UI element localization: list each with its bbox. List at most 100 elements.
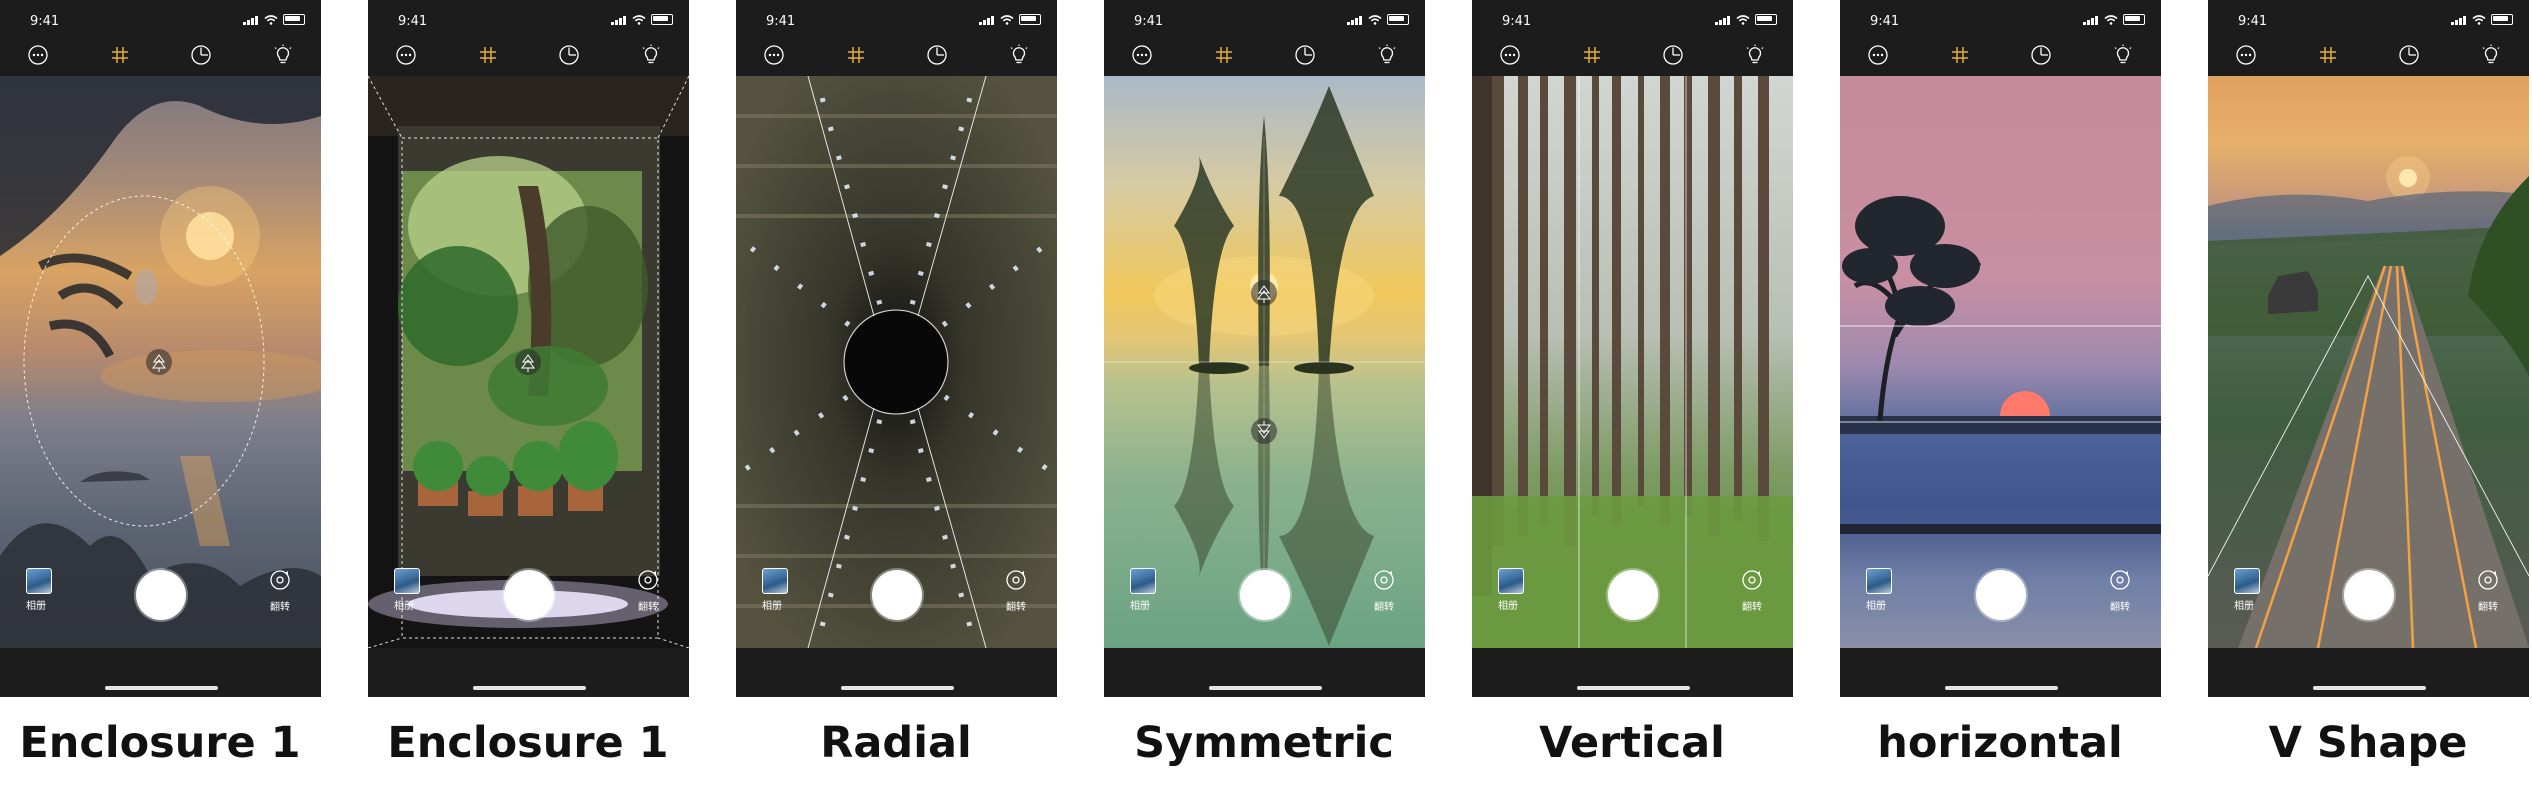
more-icon[interactable] (759, 40, 789, 70)
flip-button[interactable]: 翻转 (1367, 568, 1401, 614)
flip-label: 翻转 (1742, 602, 1762, 613)
screen-caption: horizontal (1877, 718, 2123, 768)
album-thumbnail (762, 568, 788, 594)
album-button[interactable]: 相册 (394, 568, 424, 614)
wifi-icon (632, 14, 646, 25)
signal-icon (243, 15, 259, 25)
flip-button[interactable]: 翻转 (2471, 568, 2505, 614)
signal-icon (1715, 15, 1731, 25)
flip-button[interactable]: 翻转 (999, 568, 1033, 614)
camera-toolbar (1472, 38, 1793, 74)
status-bar: 9:41 (736, 0, 1057, 40)
album-label: 相册 (2234, 601, 2254, 612)
more-icon[interactable] (2231, 40, 2261, 70)
flash-icon[interactable] (1004, 40, 1034, 70)
status-time: 9:41 (1502, 14, 1532, 29)
status-time: 9:41 (1870, 14, 1900, 29)
flip-button[interactable]: 翻转 (1735, 568, 1769, 614)
wifi-icon (1000, 14, 1014, 25)
album-button[interactable]: 相册 (762, 568, 792, 614)
grid-icon[interactable] (1945, 40, 1975, 70)
status-time: 9:41 (398, 14, 428, 29)
timer-icon[interactable] (1658, 40, 1688, 70)
album-button[interactable]: 相册 (26, 568, 56, 614)
battery-icon (651, 14, 673, 25)
more-icon[interactable] (391, 40, 421, 70)
flip-button[interactable]: 翻转 (263, 568, 297, 614)
flip-camera-icon (1742, 570, 1762, 590)
album-button[interactable]: 相册 (1866, 568, 1896, 614)
album-button[interactable]: 相册 (2234, 568, 2264, 614)
grid-icon[interactable] (1577, 40, 1607, 70)
flash-icon[interactable] (1372, 40, 1402, 70)
timer-icon[interactable] (2026, 40, 2056, 70)
grid-icon[interactable] (841, 40, 871, 70)
battery-icon (1755, 14, 1777, 25)
shutter-button[interactable] (1240, 570, 1290, 620)
flash-icon[interactable] (636, 40, 666, 70)
wifi-icon (2104, 14, 2118, 25)
timer-icon[interactable] (554, 40, 584, 70)
shutter-button[interactable] (136, 570, 186, 620)
flip-camera-icon (1006, 570, 1026, 590)
grid-icon[interactable] (105, 40, 135, 70)
grid-icon[interactable] (1209, 40, 1239, 70)
home-indicator[interactable] (2313, 686, 2426, 690)
home-indicator[interactable] (1577, 686, 1690, 690)
system-indicators (1715, 14, 1777, 25)
phone-screen-symmetric: 9:41 相册 翻转 (1104, 0, 1425, 697)
wifi-icon (264, 14, 278, 25)
more-icon[interactable] (1127, 40, 1157, 70)
flash-icon[interactable] (268, 40, 298, 70)
camera-controls: 相册 翻转 (1840, 560, 2161, 630)
more-icon[interactable] (1863, 40, 1893, 70)
camera-controls: 相册 翻转 (1472, 560, 1793, 630)
album-button[interactable]: 相册 (1130, 568, 1160, 614)
timer-icon[interactable] (2394, 40, 2424, 70)
album-button[interactable]: 相册 (1498, 568, 1528, 614)
flip-button[interactable]: 翻转 (631, 568, 665, 614)
phone-screen-horizontal: 9:41 相册 翻转 (1840, 0, 2161, 697)
timer-icon[interactable] (922, 40, 952, 70)
timer-icon[interactable] (186, 40, 216, 70)
camera-controls: 相册 翻转 (0, 560, 321, 630)
status-time: 9:41 (2238, 14, 2268, 29)
system-indicators (243, 14, 305, 25)
flip-label: 翻转 (1374, 602, 1394, 613)
battery-icon (2123, 14, 2145, 25)
battery-icon (1387, 14, 1409, 25)
shutter-button[interactable] (1976, 570, 2026, 620)
flash-icon[interactable] (1740, 40, 1770, 70)
flash-icon[interactable] (2476, 40, 2506, 70)
grid-icon[interactable] (473, 40, 503, 70)
flip-label: 翻转 (2110, 602, 2130, 613)
home-indicator[interactable] (105, 686, 218, 690)
shutter-button[interactable] (1608, 570, 1658, 620)
shutter-button[interactable] (872, 570, 922, 620)
system-indicators (2451, 14, 2513, 25)
flip-label: 翻转 (270, 602, 290, 613)
home-indicator[interactable] (473, 686, 586, 690)
phone-screen-enclosure-frame: 9:41 相册 翻转 (368, 0, 689, 697)
album-label: 相册 (1498, 601, 1518, 612)
album-thumbnail (26, 568, 52, 594)
status-bar: 9:41 (0, 0, 321, 40)
shutter-button[interactable] (504, 570, 554, 620)
album-thumbnail (394, 568, 420, 594)
battery-icon (283, 14, 305, 25)
shutter-button[interactable] (2344, 570, 2394, 620)
flash-icon[interactable] (2108, 40, 2138, 70)
timer-icon[interactable] (1290, 40, 1320, 70)
more-icon[interactable] (1495, 40, 1525, 70)
home-indicator[interactable] (1209, 686, 1322, 690)
camera-controls: 相册 翻转 (368, 560, 689, 630)
flip-button[interactable]: 翻转 (2103, 568, 2137, 614)
album-label: 相册 (1130, 601, 1150, 612)
signal-icon (979, 15, 995, 25)
grid-icon[interactable] (2313, 40, 2343, 70)
camera-toolbar (2208, 38, 2529, 74)
wifi-icon (1736, 14, 1750, 25)
home-indicator[interactable] (841, 686, 954, 690)
home-indicator[interactable] (1945, 686, 2058, 690)
more-icon[interactable] (23, 40, 53, 70)
